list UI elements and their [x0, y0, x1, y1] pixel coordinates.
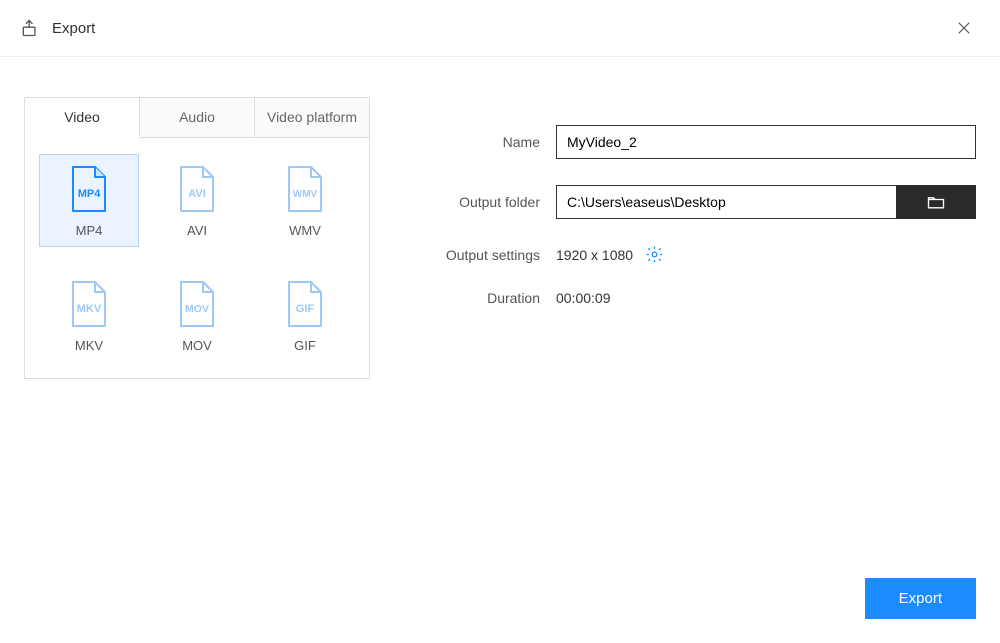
folder-input[interactable] [556, 185, 896, 219]
output-settings-row: Output settings 1920 x 1080 [406, 245, 976, 264]
svg-text:WMV: WMV [293, 189, 318, 200]
duration-label: Duration [406, 290, 556, 306]
format-mkv[interactable]: MKV MKV [39, 269, 139, 362]
format-label: GIF [294, 338, 316, 353]
format-wmv[interactable]: WMV WMV [255, 154, 355, 247]
format-mp4[interactable]: MP4 MP4 [39, 154, 139, 247]
folder-row: Output folder [406, 185, 976, 219]
format-label: MP4 [76, 223, 103, 238]
svg-text:AVI: AVI [188, 188, 206, 200]
settings-panel: Name Output folder Output settings [406, 97, 976, 379]
format-avi[interactable]: AVI AVI [147, 154, 247, 247]
tab-audio[interactable]: Audio [140, 98, 255, 137]
file-icon-mov: MOV [177, 280, 217, 328]
format-label: MKV [75, 338, 103, 353]
format-label: AVI [187, 223, 207, 238]
name-row: Name [406, 125, 976, 159]
dialog-content: Video Audio Video platform MP4 MP4 [0, 57, 1000, 403]
folder-label: Output folder [406, 194, 556, 210]
file-icon-gif: GIF [285, 280, 325, 328]
format-mov[interactable]: MOV MOV [147, 269, 247, 362]
format-label: WMV [289, 223, 321, 238]
file-icon-mp4: MP4 [69, 165, 109, 213]
svg-text:MKV: MKV [77, 303, 102, 315]
file-icon-avi: AVI [177, 165, 217, 213]
browse-folder-button[interactable] [896, 185, 976, 219]
format-panel: Video Audio Video platform MP4 MP4 [24, 97, 370, 379]
output-settings-value: 1920 x 1080 [556, 247, 633, 263]
file-icon-wmv: WMV [285, 165, 325, 213]
format-grid: MP4 MP4 AVI AVI [25, 138, 369, 378]
output-settings-label: Output settings [406, 247, 556, 263]
duration-value: 00:00:09 [556, 290, 611, 306]
svg-text:MP4: MP4 [78, 188, 102, 200]
tab-bar: Video Audio Video platform [25, 98, 369, 138]
svg-text:MOV: MOV [185, 303, 209, 315]
output-settings-button[interactable] [645, 245, 664, 264]
export-icon [20, 18, 40, 38]
duration-row: Duration 00:00:09 [406, 290, 976, 306]
dialog-title: Export [52, 20, 95, 37]
name-input[interactable] [556, 125, 976, 159]
export-button[interactable]: Export [865, 578, 976, 619]
format-gif[interactable]: GIF GIF [255, 269, 355, 362]
header-left: Export [20, 18, 95, 38]
format-label: MOV [182, 338, 212, 353]
tab-video-platform[interactable]: Video platform [255, 98, 369, 137]
name-label: Name [406, 134, 556, 150]
dialog-footer: Export [865, 578, 976, 619]
tab-video[interactable]: Video [25, 98, 140, 138]
dialog-header: Export [0, 0, 1000, 57]
file-icon-mkv: MKV [69, 280, 109, 328]
close-button[interactable] [952, 16, 976, 40]
svg-text:GIF: GIF [296, 303, 315, 315]
